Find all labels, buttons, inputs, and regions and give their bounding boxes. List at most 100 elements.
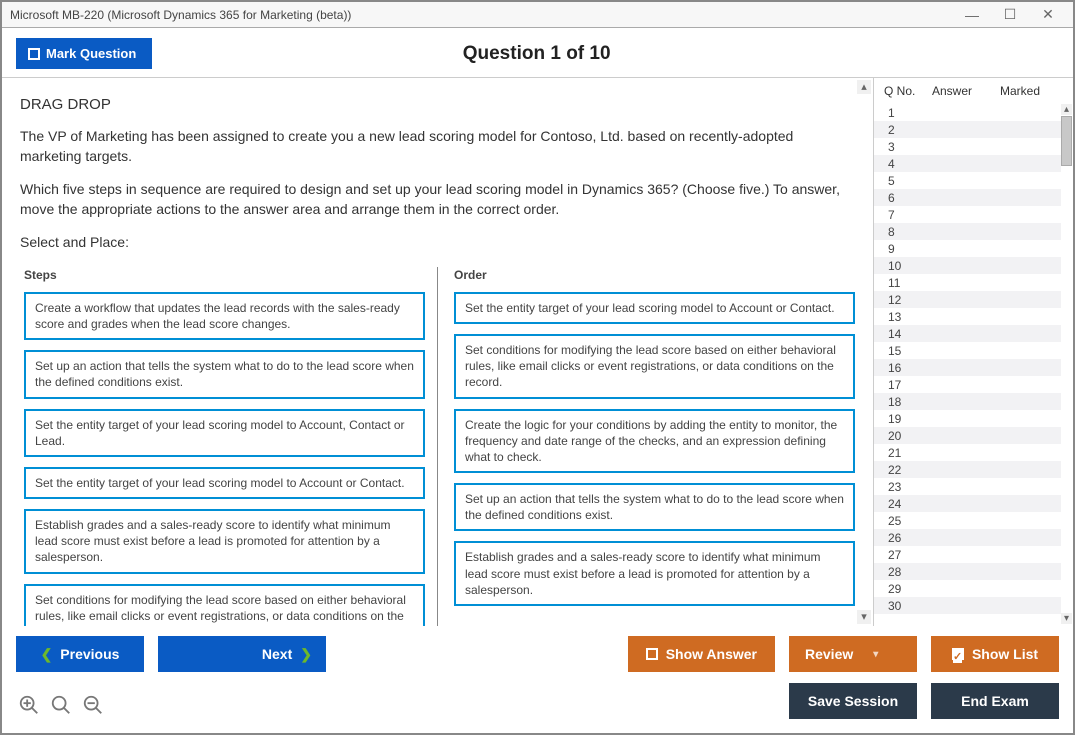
order-card[interactable]: Set conditions for modifying the lead sc… <box>454 334 855 399</box>
save-session-label: Save Session <box>808 693 898 709</box>
top-bar: Mark Question Question 1 of 10 <box>2 28 1073 77</box>
drag-drop-area: Steps Create a workflow that updates the… <box>20 267 855 626</box>
question-list-row[interactable]: 27 <box>874 546 1061 563</box>
question-list-row[interactable]: 1 <box>874 104 1061 121</box>
show-answer-button[interactable]: Show Answer <box>628 636 775 672</box>
question-list-row[interactable]: 16 <box>874 359 1061 376</box>
order-card[interactable]: Set up an action that tells the system w… <box>454 483 855 531</box>
question-list-row[interactable]: 20 <box>874 427 1061 444</box>
show-list-button[interactable]: Show List <box>931 636 1059 672</box>
step-card[interactable]: Set conditions for modifying the lead sc… <box>24 584 425 626</box>
previous-button[interactable]: ❮ Previous <box>16 636 144 672</box>
next-button[interactable]: Next ❯ <box>158 636 326 672</box>
question-list-row[interactable]: 21 <box>874 444 1061 461</box>
order-column: Order Set the entity target of your lead… <box>450 267 855 626</box>
previous-label: Previous <box>60 646 119 662</box>
question-list-row[interactable]: 19 <box>874 410 1061 427</box>
question-type-label: DRAG DROP <box>20 94 855 115</box>
end-exam-label: End Exam <box>961 693 1029 709</box>
scroll-down-icon[interactable]: ▾ <box>857 610 871 624</box>
zoom-in-icon[interactable] <box>18 694 40 719</box>
question-list-row[interactable]: 9 <box>874 240 1061 257</box>
question-list-row[interactable]: 25 <box>874 512 1061 529</box>
question-list-row[interactable]: 10 <box>874 257 1061 274</box>
list-scroll-up-icon[interactable]: ▴ <box>1061 104 1072 115</box>
scroll-up-icon[interactable]: ▴ <box>857 80 871 94</box>
app-window: Microsoft MB-220 (Microsoft Dynamics 365… <box>0 0 1075 735</box>
question-list-row[interactable]: 11 <box>874 274 1061 291</box>
question-list-row[interactable]: 4 <box>874 155 1061 172</box>
close-icon[interactable]: ✕ <box>1031 5 1065 25</box>
mark-question-label: Mark Question <box>46 46 136 61</box>
question-list-row[interactable]: 2 <box>874 121 1061 138</box>
question-list-panel: Q No. Answer Marked 12345678910111213141… <box>873 78 1073 626</box>
step-card[interactable]: Set the entity target of your lead scori… <box>24 409 425 457</box>
question-list-row[interactable]: 22 <box>874 461 1061 478</box>
step-card[interactable]: Set up an action that tells the system w… <box>24 350 425 398</box>
step-card[interactable]: Establish grades and a sales-ready score… <box>24 509 425 574</box>
checkbox-checked-icon <box>952 648 964 660</box>
list-scroll-down-icon[interactable]: ▾ <box>1061 613 1072 624</box>
col-answer: Answer <box>932 84 1000 98</box>
show-answer-label: Show Answer <box>666 646 757 662</box>
checkbox-icon <box>28 48 40 60</box>
question-list-row[interactable]: 28 <box>874 563 1061 580</box>
order-card[interactable]: Set the entity target of your lead scori… <box>454 292 855 324</box>
next-label: Next <box>262 646 292 662</box>
checkbox-icon <box>646 648 658 660</box>
zoom-reset-icon[interactable] <box>50 694 72 719</box>
step-card[interactable]: Set the entity target of your lead scori… <box>24 467 425 499</box>
review-button[interactable]: Review ▾ <box>789 636 917 672</box>
question-list[interactable]: 1234567891011121314151617181920212223242… <box>874 104 1073 626</box>
question-content: ▴ ▾ DRAG DROP The VP of Marketing has be… <box>2 78 873 626</box>
question-list-row[interactable]: 17 <box>874 376 1061 393</box>
end-exam-button[interactable]: End Exam <box>931 683 1059 719</box>
chevron-right-icon: ❯ <box>300 646 312 663</box>
footer: ❮ Previous Next ❯ Show Answer Review ▾ S… <box>2 626 1073 733</box>
question-list-row[interactable]: 23 <box>874 478 1061 495</box>
question-list-row[interactable]: 7 <box>874 206 1061 223</box>
window-title: Microsoft MB-220 (Microsoft Dynamics 365… <box>10 8 351 22</box>
question-counter: Question 1 of 10 <box>152 43 921 65</box>
col-qno: Q No. <box>884 84 932 98</box>
footer-primary-row: ❮ Previous Next ❯ Show Answer Review ▾ S… <box>16 636 1059 672</box>
question-list-row[interactable]: 26 <box>874 529 1061 546</box>
question-list-row[interactable]: 24 <box>874 495 1061 512</box>
question-paragraph-1: The VP of Marketing has been assigned to… <box>20 127 855 166</box>
zoom-controls <box>16 694 104 719</box>
question-list-row[interactable]: 29 <box>874 580 1061 597</box>
step-card[interactable]: Create a workflow that updates the lead … <box>24 292 425 340</box>
order-card[interactable]: Create the logic for your conditions by … <box>454 409 855 474</box>
save-session-button[interactable]: Save Session <box>789 683 917 719</box>
question-list-row[interactable]: 5 <box>874 172 1061 189</box>
question-list-header: Q No. Answer Marked <box>874 78 1073 104</box>
caret-down-icon: ▾ <box>873 649 878 660</box>
minimize-icon[interactable]: — <box>955 5 989 25</box>
question-list-row[interactable]: 15 <box>874 342 1061 359</box>
show-list-label: Show List <box>972 646 1038 662</box>
question-list-row[interactable]: 30 <box>874 597 1061 614</box>
question-list-row[interactable]: 12 <box>874 291 1061 308</box>
order-header: Order <box>454 267 855 284</box>
body-row: ▴ ▾ DRAG DROP The VP of Marketing has be… <box>2 77 1073 626</box>
maximize-icon[interactable]: ☐ <box>993 5 1027 25</box>
order-card[interactable]: Establish grades and a sales-ready score… <box>454 541 855 606</box>
chevron-left-icon: ❮ <box>41 646 53 663</box>
zoom-out-icon[interactable] <box>82 694 104 719</box>
steps-column: Steps Create a workflow that updates the… <box>20 267 438 626</box>
col-marked: Marked <box>1000 84 1069 98</box>
review-label: Review <box>805 646 853 662</box>
question-list-row[interactable]: 8 <box>874 223 1061 240</box>
question-list-row[interactable]: 3 <box>874 138 1061 155</box>
question-paragraph-2: Which five steps in sequence are require… <box>20 180 855 219</box>
title-bar: Microsoft MB-220 (Microsoft Dynamics 365… <box>2 2 1073 28</box>
select-and-place-label: Select and Place: <box>20 233 855 253</box>
list-scrollbar-thumb[interactable] <box>1061 116 1072 166</box>
mark-question-button[interactable]: Mark Question <box>16 38 152 69</box>
question-list-row[interactable]: 14 <box>874 325 1061 342</box>
question-list-row[interactable]: 18 <box>874 393 1061 410</box>
footer-secondary-row: Save Session End Exam <box>16 682 1059 719</box>
question-list-row[interactable]: 6 <box>874 189 1061 206</box>
question-list-row[interactable]: 13 <box>874 308 1061 325</box>
steps-header: Steps <box>24 267 425 284</box>
